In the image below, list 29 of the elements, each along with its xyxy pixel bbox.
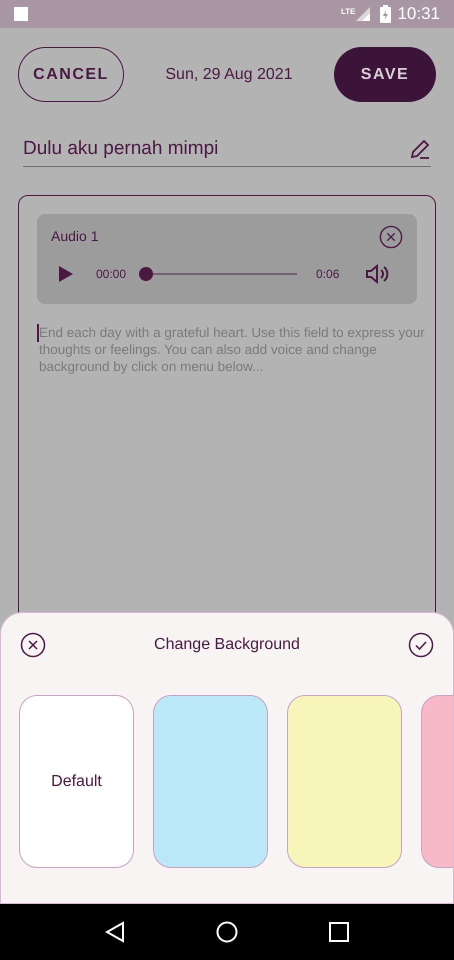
seek-thumb[interactable]	[139, 266, 154, 280]
audio-title: Audio 1	[51, 226, 98, 246]
network-label: LTE	[340, 6, 356, 18]
cancel-button[interactable]: CANCEL	[18, 47, 124, 102]
text-cursor	[37, 324, 39, 342]
background-swatch[interactable]: Default	[19, 695, 134, 868]
signal-icon	[356, 7, 370, 21]
home-icon[interactable]	[216, 921, 238, 943]
play-icon[interactable]	[59, 266, 73, 282]
close-icon[interactable]	[20, 632, 46, 658]
background-swatch[interactable]	[287, 695, 402, 868]
save-button[interactable]: SAVE	[334, 47, 436, 102]
sheet-title: Change Background	[154, 635, 300, 655]
clock: 10:31	[397, 3, 440, 26]
notification-icon	[14, 7, 28, 21]
date-label: Sun, 29 Aug 2021	[165, 64, 293, 84]
close-icon[interactable]	[379, 224, 403, 248]
back-icon[interactable]	[105, 921, 126, 943]
background-swatch[interactable]	[153, 695, 268, 868]
battery-icon	[380, 5, 392, 23]
title-field[interactable]: Dulu aku pernah mimpi	[23, 135, 409, 164]
note-field[interactable]: End each day with a grateful heart. Use this field to express your thoughts or feelings. You can also add voice and change background by click on menu below...	[39, 324, 429, 404]
check-icon[interactable]	[408, 632, 434, 658]
recents-icon[interactable]	[328, 922, 349, 942]
volume-icon[interactable]	[365, 262, 390, 284]
elapsed-time: 00:00	[96, 266, 126, 282]
pencil-icon[interactable]	[409, 138, 431, 160]
duration-time: 0:06	[316, 266, 340, 282]
seek-track[interactable]	[139, 266, 298, 280]
